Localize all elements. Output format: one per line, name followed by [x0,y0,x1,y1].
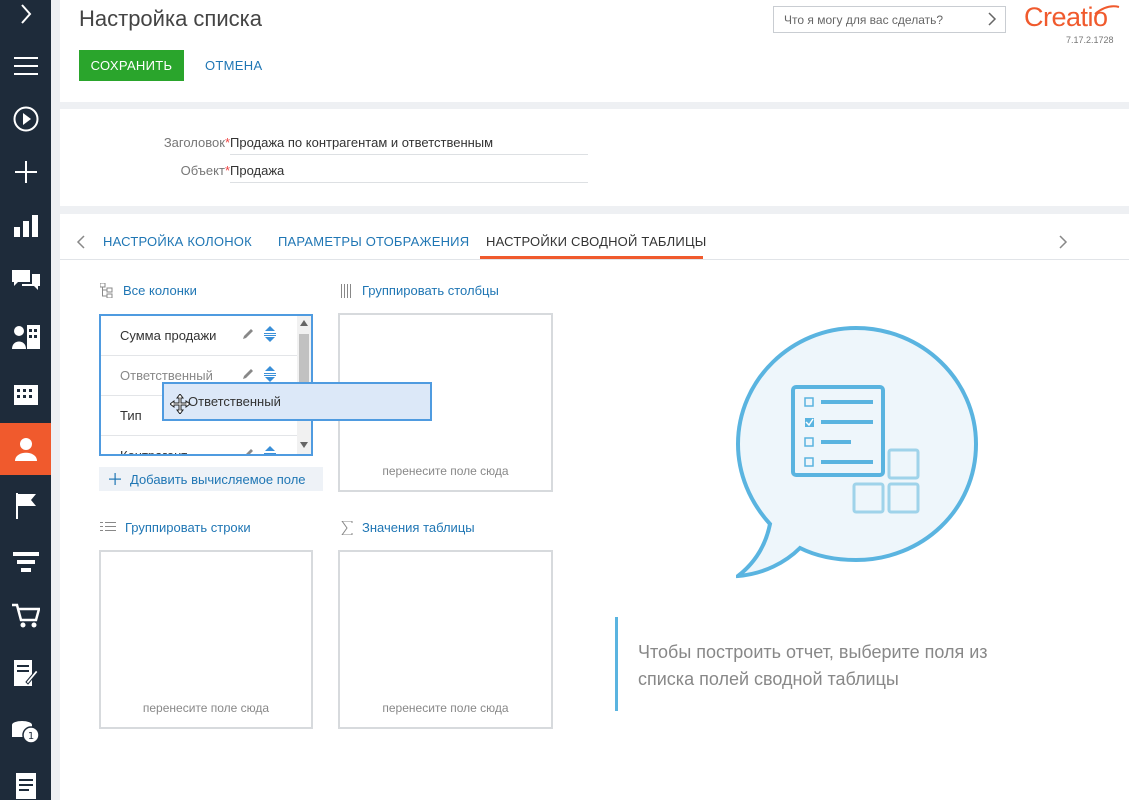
dashboard-icon[interactable] [0,200,51,252]
drop-hint: перенесите поле сюда [142,701,270,715]
plus-icon[interactable] [0,146,51,198]
caption-label: Заголовок* [163,135,230,150]
table-values-heading: Значения таблицы [341,520,475,535]
scroll-thumb[interactable] [299,334,309,384]
drag-handle-icon[interactable] [264,326,276,345]
drag-handle-icon[interactable] [264,446,276,454]
object-label: Объект* [180,163,230,178]
columns-icon [341,283,353,298]
accounts-icon[interactable] [0,367,51,419]
left-navigation-bar: 1 [0,0,51,800]
group-columns-heading: Группировать столбцы [341,283,499,298]
add-computed-field-button[interactable]: Добавить вычисляемое поле [99,467,323,491]
group-rows-dropzone[interactable]: перенесите поле сюда [99,550,313,729]
play-icon[interactable] [0,93,51,145]
funnel-icon[interactable] [0,537,51,589]
plus-icon [109,470,121,488]
object-input[interactable]: Продажа [230,163,588,183]
hint-accent-bar [615,617,618,711]
tab-bar: НАСТРОЙКА КОЛОНОК ПАРАМЕТРЫ ОТОБРАЖЕНИЯ … [60,214,1129,260]
object-field-row: Объект* Продажа [60,163,1129,183]
pivot-settings-panel: НАСТРОЙКА КОЛОНОК ПАРАМЕТРЫ ОТОБРАЖЕНИЯ … [60,214,1129,800]
rows-icon [100,521,116,534]
chevron-right-icon[interactable] [0,0,51,40]
list-item[interactable]: Сумма продажи [101,316,297,356]
logo-swoosh-icon [1094,5,1120,15]
sigma-icon [341,520,353,535]
cart-icon[interactable] [0,590,51,642]
scroll-up-icon[interactable] [300,320,308,326]
version-label: 7.17.2.1728 [1066,35,1114,45]
flag-icon[interactable] [0,480,51,532]
scroll-down-icon[interactable] [300,442,308,448]
drop-hint: перенесите поле сюда [382,464,509,478]
pencil-icon[interactable] [242,368,254,383]
tab-display-parameters[interactable]: ПАРАМЕТРЫ ОТОБРАЖЕНИЯ [278,234,469,249]
cancel-button[interactable]: ОТМЕНА [205,58,262,73]
list-settings-fields: Заголовок* Продажа по контрагентам и отв… [60,109,1129,206]
speech-bubble-report-icon [736,325,979,579]
tab-scroll-right-icon[interactable] [1058,235,1068,254]
tab-column-settings[interactable]: НАСТРОЙКА КОЛОНОК [103,234,252,249]
move-cursor-icon [169,393,191,419]
tab-pivot-settings[interactable]: НАСТРОЙКИ СВОДНОЙ ТАБЛИЦЫ [486,234,706,249]
dragged-column-item[interactable]: Ответственный [162,382,432,421]
pencil-icon[interactable] [242,328,254,343]
contacts-icon[interactable] [0,311,51,363]
save-button[interactable]: СОХРАНИТЬ [79,50,184,81]
chevron-right-icon[interactable] [987,11,997,30]
svg-text:1: 1 [27,731,33,742]
page-header: Настройка списка СОХРАНИТЬ ОТМЕНА Что я … [60,0,1129,102]
tree-icon [100,283,114,298]
menu-icon[interactable] [0,40,51,92]
caption-input[interactable]: Продажа по контрагентам и ответственным [230,135,588,155]
caption-field-row: Заголовок* Продажа по контрагентам и отв… [60,135,1129,155]
drop-hint: перенесите поле сюда [382,701,509,715]
command-search-input[interactable]: Что я могу для вас сделать? [773,6,1006,33]
tab-scroll-left-icon[interactable] [76,235,86,254]
group-rows-heading: Группировать строки [100,520,251,535]
person-icon[interactable] [0,423,51,475]
active-tab-indicator [480,256,703,259]
pencil-icon[interactable] [242,448,254,454]
empty-state-message: Чтобы построить отчет, выберите поля из … [638,642,988,689]
search-placeholder: Что я могу для вас сделать? [784,12,944,27]
document-icon[interactable] [0,760,51,800]
document-edit-icon[interactable] [0,647,51,699]
table-values-dropzone[interactable]: перенесите поле сюда [338,550,553,729]
list-item[interactable]: Контрагент [101,436,297,454]
coins-icon[interactable]: 1 [0,705,51,757]
all-columns-heading: Все колонки [100,283,197,298]
chat-icon[interactable] [0,255,51,307]
page-title: Настройка списка [79,6,262,31]
